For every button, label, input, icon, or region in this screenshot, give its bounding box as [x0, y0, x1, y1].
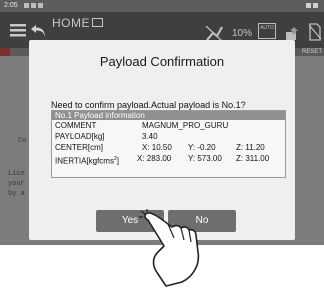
background-text-2: Lice — [8, 170, 25, 178]
status-signal-icons — [306, 3, 320, 9]
home-label: HOME — [52, 16, 90, 30]
speed-percentage[interactable]: 10% — [232, 28, 252, 39]
auto-icon-text: AUTO — [260, 25, 274, 31]
center-row: CENTER[cm] X: 10.50 Y: -0.20 Z: 11.20 — [55, 143, 283, 153]
status-bar: 2:05 — [0, 0, 324, 12]
reset-tab[interactable]: RESET — [302, 48, 322, 56]
inertia-y: Y: 573.00 — [188, 154, 222, 163]
inertia-z: Z: 311.00 — [236, 154, 270, 163]
comment-label: COMMENT — [55, 121, 97, 130]
center-z: Z: 11.20 — [236, 143, 265, 152]
comment-value: MAGNUM_PRO_GURU — [142, 121, 229, 130]
home-dropdown-icon — [92, 18, 103, 27]
inertia-row: INERTIA[kgfcms2] X: 283.00 Y: 573.00 Z: … — [55, 154, 283, 167]
payload-info-table: No.1 Payload information COMMENT MAGNUM_… — [51, 110, 286, 178]
payload-row: PAYLOAD[kg] 3.40 — [55, 132, 283, 142]
auto-icon[interactable]: AUTO — [258, 23, 276, 39]
center-x: X: 10.50 — [142, 143, 172, 152]
background-text-4: by a — [8, 190, 25, 198]
payload-info-header: No.1 Payload information — [52, 111, 285, 120]
inertia-label: INERTIA[kgfcms2] — [55, 154, 119, 167]
inertia-x: X: 283.00 — [137, 154, 172, 163]
inertia-label-end: ] — [116, 156, 119, 166]
center-y: Y: -0.20 — [188, 143, 216, 152]
no-sim-icon[interactable] — [308, 23, 322, 41]
center-label: CENTER[cm] — [55, 143, 103, 152]
payload-label: PAYLOAD[kg] — [55, 132, 105, 141]
payload-value: 3.40 — [142, 132, 158, 141]
background-text-1: Co — [18, 137, 27, 145]
pointing-hand-icon — [139, 209, 200, 287]
comment-row: COMMENT MAGNUM_PRO_GURU — [55, 121, 283, 131]
home-title[interactable]: HOME — [52, 16, 103, 30]
status-notification-icons — [24, 3, 50, 9]
dialog-title: Payload Confirmation — [99, 54, 225, 69]
active-tab-marker — [0, 48, 10, 56]
background-text-3: your — [8, 180, 25, 188]
dialog-question: Need to confirm payload.Actual payload i… — [51, 100, 246, 110]
back-icon[interactable] — [30, 23, 48, 39]
inertia-label-text: INERTIA[kgfcms — [55, 156, 114, 166]
menu-icon[interactable] — [9, 21, 27, 39]
status-time: 2:05 — [4, 2, 18, 9]
